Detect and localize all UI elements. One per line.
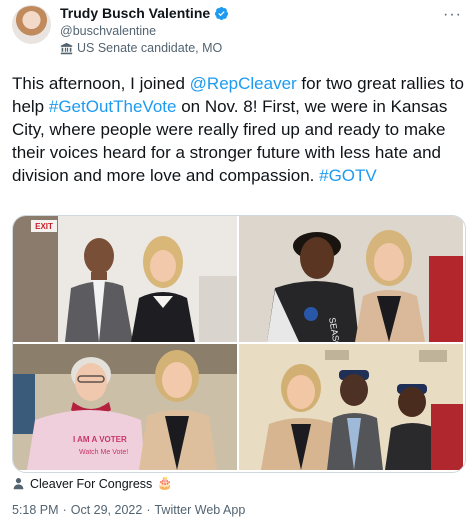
- government-building-icon: [60, 42, 73, 54]
- hashtag-link[interactable]: #GetOutTheVote: [49, 97, 177, 116]
- photo-3-shirt-subtext: Watch Me Vote!: [79, 449, 128, 456]
- avatar[interactable]: [12, 5, 51, 44]
- meta-separator: ·: [62, 503, 67, 517]
- author-handle[interactable]: @buschvalentine: [60, 24, 156, 38]
- photo-3[interactable]: I AM A VOTER Watch Me Vote!: [13, 344, 237, 470]
- photo-3-shirt-text: I AM A VOTER: [73, 435, 127, 444]
- tweet-text: This afternoon, I joined @RepCleaver for…: [12, 72, 464, 187]
- tagged-users[interactable]: Cleaver For Congress 🎂: [12, 476, 173, 491]
- tagged-user-label[interactable]: Cleaver For Congress: [30, 477, 152, 491]
- photo-2[interactable]: SEASON: [239, 216, 463, 342]
- exit-sign-text: EXIT: [35, 222, 53, 231]
- verified-badge-icon: [215, 6, 229, 20]
- more-options-icon[interactable]: ···: [443, 6, 462, 24]
- author-display-name[interactable]: Trudy Busch Valentine: [60, 5, 210, 21]
- author-label: US Senate candidate, MO: [60, 41, 222, 55]
- meta-separator: ·: [146, 503, 151, 517]
- author-name-row[interactable]: Trudy Busch Valentine: [60, 5, 229, 21]
- tweet-source[interactable]: Twitter Web App: [154, 503, 245, 517]
- tweet-meta: 5:18 PM · Oct 29, 2022 · Twitter Web App: [12, 503, 245, 517]
- mention-link[interactable]: @RepCleaver: [190, 74, 297, 93]
- hashtag-link[interactable]: #GOTV: [319, 166, 377, 185]
- photo-4[interactable]: [239, 344, 463, 470]
- tweet-time[interactable]: 5:18 PM: [12, 503, 59, 517]
- tweet-date[interactable]: Oct 29, 2022: [71, 503, 143, 517]
- author-label-text: US Senate candidate, MO: [77, 41, 223, 55]
- birthday-cake-emoji: 🎂: [157, 476, 173, 490]
- person-icon: [13, 478, 24, 490]
- media-grid: EXIT SEASON I AM A VOTER Watch Me Vote!: [12, 215, 466, 473]
- tweet-text-part: This afternoon, I joined: [12, 74, 190, 93]
- photo-1[interactable]: EXIT: [13, 216, 237, 342]
- tweet-header: Trudy Busch Valentine @buschvalentine US…: [0, 0, 476, 62]
